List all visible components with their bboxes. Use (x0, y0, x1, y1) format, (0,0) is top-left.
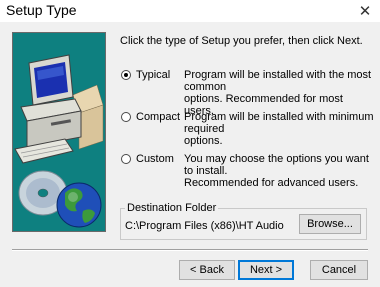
computer-illustration-icon (14, 54, 104, 228)
option-typical-desc-line1: Program will be installed with the most … (184, 69, 372, 93)
radio-compact[interactable] (121, 112, 131, 122)
option-compact-label[interactable]: Compact (136, 111, 180, 123)
option-typical-description: Program will be installed with the most … (184, 69, 374, 117)
next-button[interactable]: Next > (238, 260, 294, 280)
radio-typical[interactable] (121, 70, 131, 80)
option-custom[interactable]: Custom (121, 153, 174, 165)
option-typical[interactable]: Typical (121, 69, 170, 81)
browse-button[interactable]: Browse... (299, 214, 361, 234)
option-compact-description: Program will be installed with minimum r… (184, 111, 374, 147)
window-title: Setup Type (6, 2, 77, 18)
radio-custom[interactable] (121, 154, 131, 164)
title-bar: Setup Type ✕ (0, 0, 380, 22)
globe-icon (56, 182, 102, 228)
back-button[interactable]: < Back (179, 260, 235, 280)
option-custom-description: You may choose the options you want to i… (184, 153, 374, 189)
setup-illustration (12, 32, 106, 232)
option-compact-desc-line1: Program will be installed with minimum r… (184, 111, 374, 135)
option-custom-label[interactable]: Custom (136, 153, 174, 165)
cancel-button[interactable]: Cancel (310, 260, 368, 280)
footer-separator (12, 249, 368, 251)
destination-path: C:\Program Files (x86)\HT Audio (125, 220, 284, 232)
option-typical-label[interactable]: Typical (136, 69, 170, 81)
option-compact[interactable]: Compact (121, 111, 180, 123)
option-compact-desc-line2: options. (184, 135, 223, 147)
close-icon[interactable]: ✕ (350, 0, 380, 22)
destination-folder-label: Destination Folder (125, 202, 219, 214)
option-custom-desc-line1: You may choose the options you want to i… (184, 153, 369, 177)
option-custom-desc-line2: Recommended for advanced users. (184, 177, 359, 189)
instructions-text: Click the type of Setup you prefer, then… (120, 35, 363, 47)
